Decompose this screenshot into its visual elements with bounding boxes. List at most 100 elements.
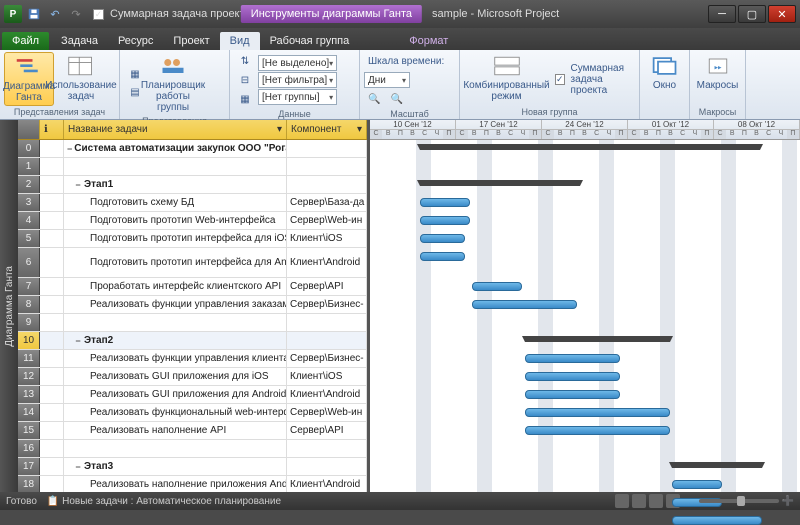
task-row[interactable]: 0−Система автоматизации закупок ООО "Рог… (18, 140, 367, 158)
save-icon[interactable] (25, 5, 43, 23)
task-name-cell[interactable] (64, 314, 287, 331)
summary-task-checkbox[interactable]: ✓Суммарная задача проекта (93, 8, 251, 20)
task-name-cell[interactable]: Реализовать наполнение API (64, 422, 287, 439)
task-bar[interactable] (472, 282, 522, 291)
component-cell[interactable] (287, 158, 367, 175)
task-row[interactable]: 14 Реализовать функциональный web-интерфе… (18, 404, 367, 422)
task-name-cell[interactable] (64, 440, 287, 457)
task-row[interactable]: 9 (18, 314, 367, 332)
task-row[interactable]: 5 Подготовить прототип интерфейса для iOS… (18, 230, 367, 248)
gantt-canvas[interactable] (370, 140, 800, 492)
row-number[interactable]: 3 (18, 194, 40, 211)
row-number[interactable]: 9 (18, 314, 40, 331)
tables-button[interactable]: ▦ (234, 90, 256, 108)
row-number[interactable]: 14 (18, 404, 40, 421)
task-name-cell[interactable]: Реализовать функциональный web-интерфейс (64, 404, 287, 421)
component-column-header[interactable]: Компонент▾ (287, 120, 367, 139)
component-cell[interactable]: Сервер\База-да (287, 194, 367, 211)
tab-task[interactable]: Задача (51, 32, 108, 50)
task-row[interactable]: 4Подготовить прототип Web-интерфейсаСерв… (18, 212, 367, 230)
task-usage-button[interactable]: Использование задач (56, 52, 106, 106)
macros-button[interactable]: ▸▸ Макросы (694, 52, 741, 106)
task-row[interactable]: 18Реализовать наполнение приложения Andr… (18, 476, 367, 492)
task-name-cell[interactable]: −Этап1 (64, 176, 287, 193)
close-button[interactable]: ✕ (768, 5, 796, 23)
row-number[interactable]: 5 (18, 230, 40, 247)
name-column-header[interactable]: Название задачи▾ (64, 120, 287, 139)
task-row[interactable]: 17−Этап3 (18, 458, 367, 476)
task-bar[interactable] (472, 300, 577, 309)
task-name-cell[interactable]: Подготовить прототип интерфейса для iOS (64, 230, 287, 247)
task-row[interactable]: 16 (18, 440, 367, 458)
summary-bar[interactable] (525, 336, 670, 342)
task-name-cell[interactable]: −Этап2 (64, 332, 287, 349)
task-name-cell[interactable]: Реализовать GUI приложения для Android (64, 386, 287, 403)
row-number[interactable]: 2 (18, 176, 40, 193)
outline-button[interactable]: ⊟ (234, 71, 256, 89)
summary-task-chk[interactable]: ✓Суммарная задача проекта (551, 70, 635, 88)
task-row[interactable]: 7Проработать интерфейс клиентского APIСе… (18, 278, 367, 296)
component-cell[interactable]: Клиент\Android (287, 386, 367, 403)
task-row[interactable]: 15 Реализовать наполнение APIСервер\API (18, 422, 367, 440)
summary-bar[interactable] (672, 462, 762, 468)
group-combo[interactable]: [Нет группы] (258, 89, 337, 105)
sort-button[interactable]: ⇅ (234, 52, 256, 70)
timescale-combo[interactable]: Дни (364, 72, 410, 88)
component-cell[interactable]: Сервер\Web-ин (287, 212, 367, 229)
component-cell[interactable]: Клиент\iOS (287, 368, 367, 385)
tab-project[interactable]: Проект (163, 32, 219, 50)
task-bar[interactable] (672, 480, 722, 489)
summary-bar[interactable] (420, 144, 760, 150)
component-cell[interactable] (287, 332, 367, 349)
tab-view[interactable]: Вид (220, 32, 260, 50)
row-number[interactable]: 13 (18, 386, 40, 403)
view-icon[interactable] (615, 494, 629, 508)
task-bar[interactable] (420, 234, 465, 243)
task-bar[interactable] (420, 252, 465, 261)
component-cell[interactable] (287, 440, 367, 457)
task-row[interactable]: 13 Реализовать GUI приложения для Android… (18, 386, 367, 404)
task-bar[interactable] (420, 216, 470, 225)
component-cell[interactable] (287, 140, 367, 157)
task-bar[interactable] (525, 390, 620, 399)
task-row[interactable]: 10 −Этап2 (18, 332, 367, 350)
task-row[interactable]: 8Реализовать функции управления заказами… (18, 296, 367, 314)
task-bar[interactable] (525, 426, 670, 435)
row-header-corner[interactable] (18, 120, 40, 139)
component-cell[interactable] (287, 458, 367, 475)
tab-file[interactable]: Файл (2, 32, 49, 50)
row-number[interactable]: 15 (18, 422, 40, 439)
task-name-cell[interactable]: Реализовать функции управления заказами (64, 296, 287, 313)
task-bar[interactable] (420, 198, 470, 207)
component-cell[interactable]: Сервер\Бизнес- (287, 350, 367, 367)
task-name-cell[interactable]: Подготовить схему БД (64, 194, 287, 211)
component-cell[interactable]: Сервер\Web-ин (287, 404, 367, 421)
component-cell[interactable] (287, 314, 367, 331)
highlight-combo[interactable]: [Не выделено] (258, 55, 337, 71)
summary-bar[interactable] (420, 180, 580, 186)
task-row[interactable]: 2 −Этап1 (18, 176, 367, 194)
tab-resource[interactable]: Ресурс (108, 32, 163, 50)
view-icon[interactable] (649, 494, 663, 508)
task-name-cell[interactable]: −Этап3 (64, 458, 287, 475)
component-cell[interactable]: Клиент\iOS (287, 230, 367, 247)
row-number[interactable]: 0 (18, 140, 40, 157)
task-row[interactable]: 3 Подготовить схему БДСервер\База-да (18, 194, 367, 212)
task-name-cell[interactable]: Реализовать GUI приложения для iOS (64, 368, 287, 385)
task-name-cell[interactable]: Проработать интерфейс клиентского API (64, 278, 287, 295)
row-number[interactable]: 16 (18, 440, 40, 457)
component-cell[interactable]: Клиент\Android (287, 476, 367, 492)
component-cell[interactable]: Сервер\API (287, 422, 367, 439)
task-bar[interactable] (525, 408, 670, 417)
task-name-cell[interactable]: Реализовать наполнение приложения Andro (64, 476, 287, 492)
row-number[interactable]: 10 (18, 332, 40, 349)
tab-team[interactable]: Рабочая группа (260, 32, 360, 50)
task-row[interactable]: 1 (18, 158, 367, 176)
maximize-button[interactable]: ▢ (738, 5, 766, 23)
task-row[interactable]: 11Реализовать функции управления клиента… (18, 350, 367, 368)
zoom-slider[interactable] (699, 499, 779, 503)
zoom-in-button[interactable]: ➕ (782, 496, 794, 507)
zoom-in-icon[interactable]: 🔍 (386, 90, 406, 108)
row-number[interactable]: 6 (18, 248, 40, 277)
side-tab-gantt[interactable]: Диаграмма Ганта (0, 120, 18, 492)
